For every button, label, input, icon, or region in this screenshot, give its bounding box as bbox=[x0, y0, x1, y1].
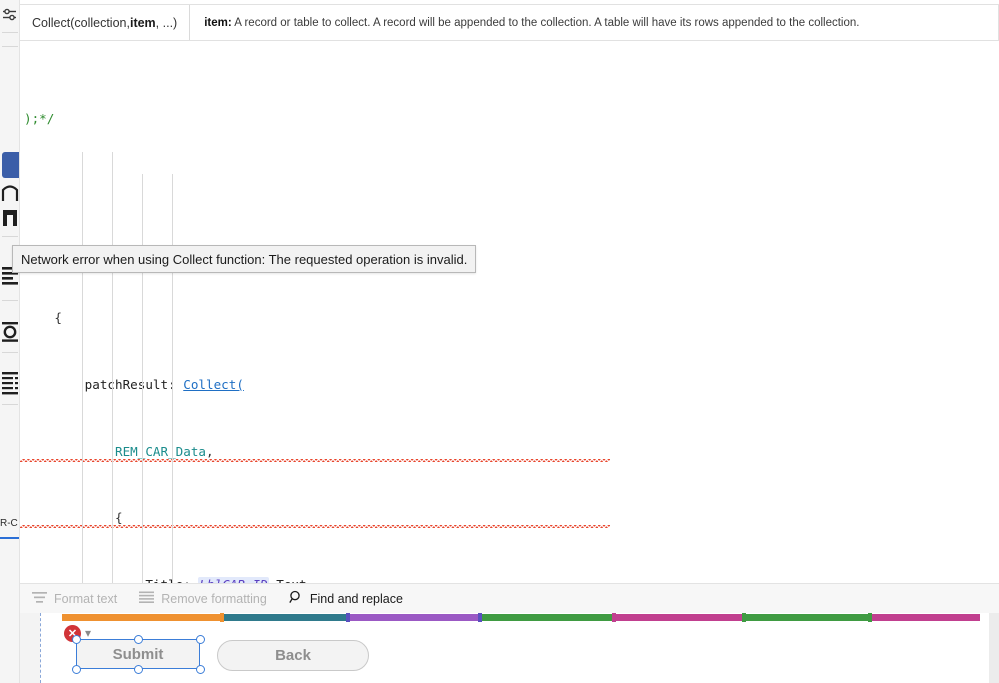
remove-formatting-label: Remove formatting bbox=[161, 591, 267, 606]
signature-prefix: Collect(collection, bbox=[32, 15, 130, 30]
formatting-toolbar: Format text Remove formatting Find and r… bbox=[20, 583, 999, 613]
strip-divider bbox=[2, 32, 18, 33]
remove-formatting-button[interactable]: Remove formatting bbox=[139, 591, 267, 607]
canvas-left-guide bbox=[40, 613, 41, 683]
bullet-list-icon[interactable] bbox=[0, 368, 19, 398]
powerapps-formula-editor: R-C Collect(collection, item, ...) item:… bbox=[0, 0, 999, 683]
segment-tick bbox=[612, 613, 616, 622]
canvas-gutter bbox=[20, 613, 40, 683]
function-signature: Collect(collection, item, ...) bbox=[20, 5, 191, 40]
segment-tick bbox=[742, 613, 746, 622]
circle-o-icon[interactable] bbox=[0, 318, 19, 346]
segment-tick bbox=[346, 613, 350, 622]
canvas-right-shade bbox=[989, 613, 999, 683]
segment-bar-green-2 bbox=[744, 614, 870, 621]
sliders-icon[interactable] bbox=[0, 4, 19, 26]
resize-handle-tc[interactable] bbox=[134, 635, 143, 644]
resize-handle-tl[interactable] bbox=[72, 635, 81, 644]
error-tooltip-message: Network error when using Collect functio… bbox=[21, 251, 468, 267]
formula-code-editor[interactable]: );*/ UpdateContext( { patchResult: Colle… bbox=[20, 41, 999, 583]
code-line[interactable]: REM_CAR_Data, bbox=[20, 441, 999, 463]
app-canvas-preview[interactable]: ✕ ▾ Submit Back bbox=[20, 613, 999, 683]
signature-suffix: , ...) bbox=[155, 15, 178, 30]
strip-active-underline bbox=[0, 537, 19, 539]
signature-param: item bbox=[129, 15, 156, 30]
find-and-replace-button[interactable]: Find and replace bbox=[289, 590, 403, 607]
chevron-down-icon[interactable]: ▾ bbox=[85, 626, 91, 640]
strip-divider bbox=[2, 300, 18, 301]
format-text-button[interactable]: Format text bbox=[32, 591, 117, 607]
resize-handle-bl[interactable] bbox=[72, 665, 81, 674]
resize-handle-tr[interactable] bbox=[196, 635, 205, 644]
format-text-label: Format text bbox=[54, 591, 118, 606]
code-line[interactable]: patchResult: Collect( bbox=[20, 374, 999, 396]
code-line[interactable] bbox=[20, 174, 999, 196]
segment-bar-orange bbox=[62, 614, 222, 621]
left-toolbar-strip[interactable]: R-C bbox=[0, 0, 20, 683]
error-tooltip: Network error when using Collect functio… bbox=[12, 245, 477, 273]
back-button[interactable]: Back bbox=[217, 640, 369, 671]
selected-tool-indicator[interactable] bbox=[2, 152, 19, 178]
code-line[interactable]: );*/ bbox=[20, 108, 999, 130]
code-line[interactable]: { bbox=[20, 507, 999, 529]
strip-divider bbox=[2, 46, 18, 47]
segment-bar-teal bbox=[222, 614, 348, 621]
shape-n-icon[interactable] bbox=[0, 182, 19, 204]
remove-formatting-icon bbox=[139, 591, 155, 607]
code-line[interactable]: Title: LblCAR_ID.Text, bbox=[20, 574, 999, 583]
resize-handle-bc[interactable] bbox=[134, 665, 143, 674]
segment-bar-magenta-2 bbox=[870, 614, 980, 621]
segment-tick bbox=[478, 613, 482, 622]
resize-handle-br[interactable] bbox=[196, 665, 205, 674]
function-help-bar: Collect(collection, item, ...) item: A r… bbox=[20, 4, 999, 41]
code-line[interactable]: { bbox=[20, 307, 999, 329]
find-and-replace-label: Find and replace bbox=[309, 591, 403, 606]
back-button-label: Back bbox=[275, 647, 311, 664]
description-param-name: item: bbox=[204, 16, 232, 29]
strip-divider bbox=[2, 236, 18, 237]
code-lines[interactable]: );*/ UpdateContext( { patchResult: Colle… bbox=[20, 41, 999, 583]
description-text: A record or table to collect. A record w… bbox=[234, 16, 860, 29]
segment-bar-green bbox=[480, 614, 614, 621]
function-description: item: A record or table to collect. A re… bbox=[190, 17, 873, 29]
shape-pi-icon[interactable] bbox=[0, 206, 19, 228]
search-icon bbox=[289, 590, 303, 607]
segment-tick bbox=[868, 613, 872, 622]
segment-bar-purple bbox=[348, 614, 480, 621]
segment-bar-magenta bbox=[614, 614, 744, 621]
segment-tick bbox=[220, 613, 224, 622]
strip-label: R-C bbox=[0, 518, 18, 529]
strip-divider bbox=[2, 352, 18, 353]
format-text-icon bbox=[32, 591, 47, 607]
strip-divider bbox=[2, 404, 18, 405]
